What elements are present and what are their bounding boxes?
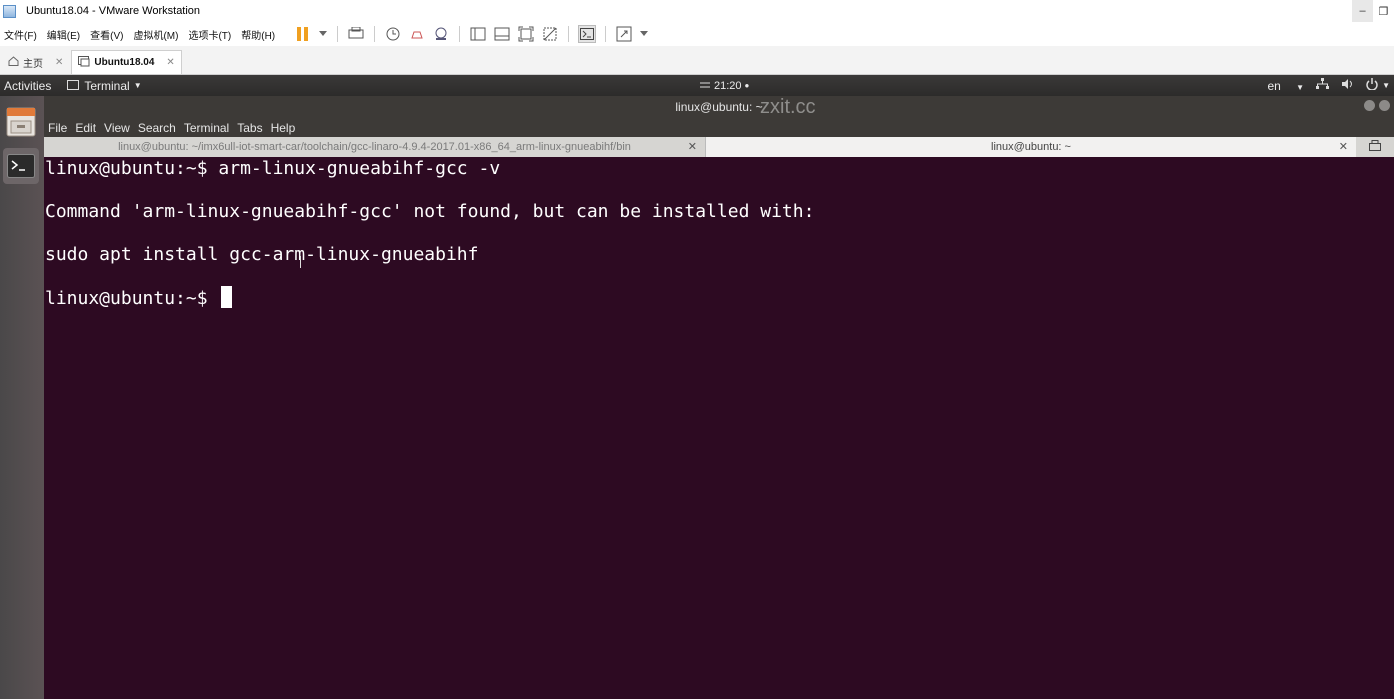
menu-terminal[interactable]: Terminal	[184, 121, 229, 135]
pause-icon[interactable]	[294, 25, 312, 43]
clock[interactable]: 21:20 ●	[700, 75, 749, 96]
home-icon	[8, 55, 19, 69]
menu-help[interactable]: 帮助(H)	[237, 27, 281, 42]
minimize-icon[interactable]: –	[1352, 0, 1373, 22]
terminal-titlebar: linux@ubuntu: ~	[44, 96, 1394, 118]
mouse-ibeam-icon	[300, 256, 304, 268]
toolbar-divider	[374, 26, 376, 42]
menu-vm[interactable]: 虚拟机(M)	[129, 27, 184, 42]
new-tab-button[interactable]	[1356, 137, 1394, 157]
close-icon[interactable]: ✕	[55, 57, 63, 68]
stretch-view-icon[interactable]	[615, 25, 633, 43]
menu-help[interactable]: Help	[271, 121, 296, 135]
snapshot-icon[interactable]	[384, 25, 402, 43]
activities-button[interactable]: Activities	[4, 79, 51, 93]
app-menu-label: Terminal	[84, 78, 130, 93]
terminal-tab-toolchain[interactable]: linux@ubuntu: ~/imx6ull-iot-smart-car/to…	[44, 137, 706, 157]
toolbar-divider	[337, 26, 339, 42]
terminal-tabbar: linux@ubuntu: ~/imx6ull-iot-smart-car/to…	[44, 137, 1394, 157]
terminal-prompt-line: linux@ubuntu:~$	[45, 286, 233, 311]
terminal-window: linux@ubuntu: ~ zxit.cc File Edit View S…	[44, 96, 1394, 699]
vmware-titlebar: Ubuntu18.04 - VMware Workstation – ❐	[0, 0, 1394, 22]
dropdown-arrow-icon[interactable]	[318, 25, 328, 43]
file-cabinet-icon	[6, 107, 36, 137]
prompt-text: linux@ubuntu:~$	[45, 288, 219, 309]
unity-icon[interactable]	[541, 25, 559, 43]
send-keys-icon[interactable]	[347, 25, 365, 43]
terminal-app-icon	[67, 79, 80, 93]
chevron-down-icon: ▼	[133, 81, 142, 90]
close-icon[interactable]: ✕	[688, 140, 697, 153]
snapshot-manager-icon[interactable]	[432, 25, 450, 43]
menu-view[interactable]: 查看(V)	[86, 27, 129, 42]
ubuntu-topbar: Activities Terminal ▼ 21:20 ● en ▼ ▼	[0, 75, 1394, 96]
terminal-window-title: linux@ubuntu: ~	[675, 100, 763, 114]
sidebar-view-icon[interactable]	[469, 25, 487, 43]
dropdown-arrow-icon[interactable]	[639, 25, 649, 43]
language-indicator[interactable]: en ▼	[1255, 79, 1304, 93]
console-view-icon[interactable]	[493, 25, 511, 43]
menu-tabs[interactable]: 选项卡(T)	[184, 27, 237, 42]
tab-home-label: 主页	[23, 58, 43, 70]
terminal-output[interactable]: linux@ubuntu:~$ arm-linux-gnueabihf-gcc …	[44, 157, 1394, 699]
system-tray: en ▼ ▼	[1243, 75, 1390, 96]
close-icon[interactable]: ✕	[166, 57, 174, 68]
terminal-tab-home[interactable]: linux@ubuntu: ~ ✕	[706, 137, 1356, 157]
vmware-menubar: 文件(F) 编辑(E) 查看(V) 虚拟机(M) 选项卡(T) 帮助(H)	[0, 22, 1394, 46]
terminal-line: sudo apt install gcc-arm-linux-gnueabihf	[45, 244, 479, 265]
terminal-console-icon[interactable]	[578, 25, 597, 43]
tab-home[interactable]: 主页 ✕	[2, 50, 69, 74]
language-label: en	[1267, 78, 1281, 93]
toolbar-divider	[459, 26, 461, 42]
clock-time: 21:20	[714, 79, 742, 92]
tab-ubuntu[interactable]: Ubuntu18.04 ✕	[71, 50, 182, 74]
minimize-icon[interactable]	[1364, 100, 1375, 111]
terminal-tab-label: linux@ubuntu: ~/imx6ull-iot-smart-car/to…	[118, 141, 631, 153]
menu-file[interactable]: File	[48, 121, 67, 135]
menu-search[interactable]: Search	[138, 121, 176, 135]
ubuntu-dock	[0, 96, 44, 699]
revert-snapshot-icon[interactable]	[408, 25, 426, 43]
power-icon[interactable]	[1366, 78, 1378, 93]
terminal-menubar: File Edit View Search Terminal Tabs Help	[44, 118, 1394, 137]
vmware-tabbar: 主页 ✕ Ubuntu18.04 ✕	[0, 46, 1394, 75]
close-icon[interactable]: ✕	[1339, 140, 1348, 153]
maximize-icon[interactable]	[1379, 100, 1390, 111]
vm-icon	[78, 55, 90, 70]
notification-icon	[700, 80, 710, 92]
terminal-line: linux@ubuntu:~$ arm-linux-gnueabihf-gcc …	[45, 158, 501, 179]
restore-icon[interactable]: ❐	[1373, 0, 1394, 22]
network-icon[interactable]	[1316, 78, 1330, 93]
vmware-toolbar	[291, 25, 652, 43]
app-menu[interactable]: Terminal ▼	[67, 78, 142, 93]
dock-terminal-app[interactable]	[3, 148, 39, 184]
terminal-icon	[7, 154, 35, 178]
text-cursor	[221, 286, 233, 308]
dot-icon: ●	[744, 81, 750, 90]
window-title: Ubuntu18.04 - VMware Workstation	[26, 5, 201, 17]
dock-files-app[interactable]	[3, 104, 39, 140]
window-controls: – ❐	[1352, 0, 1394, 22]
menu-edit[interactable]: 编辑(E)	[43, 27, 86, 42]
volume-icon[interactable]	[1341, 78, 1354, 93]
new-tab-icon	[1369, 140, 1381, 154]
menu-view[interactable]: View	[104, 121, 130, 135]
menu-edit[interactable]: Edit	[75, 121, 96, 135]
tab-ubuntu-label: Ubuntu18.04	[94, 57, 155, 68]
chevron-down-icon[interactable]: ▼	[1382, 81, 1390, 90]
terminal-window-controls	[1360, 100, 1390, 111]
toolbar-divider	[605, 26, 607, 42]
menu-file[interactable]: 文件(F)	[0, 27, 43, 42]
menu-tabs[interactable]: Tabs	[237, 121, 262, 135]
terminal-tab-label: linux@ubuntu: ~	[991, 141, 1071, 153]
toolbar-divider	[568, 26, 570, 42]
vmware-app-icon	[3, 4, 16, 18]
terminal-scrollbar[interactable]	[1386, 157, 1394, 699]
terminal-line: Command 'arm-linux-gnueabihf-gcc' not fo…	[45, 201, 815, 222]
fullscreen-icon[interactable]	[517, 25, 535, 43]
